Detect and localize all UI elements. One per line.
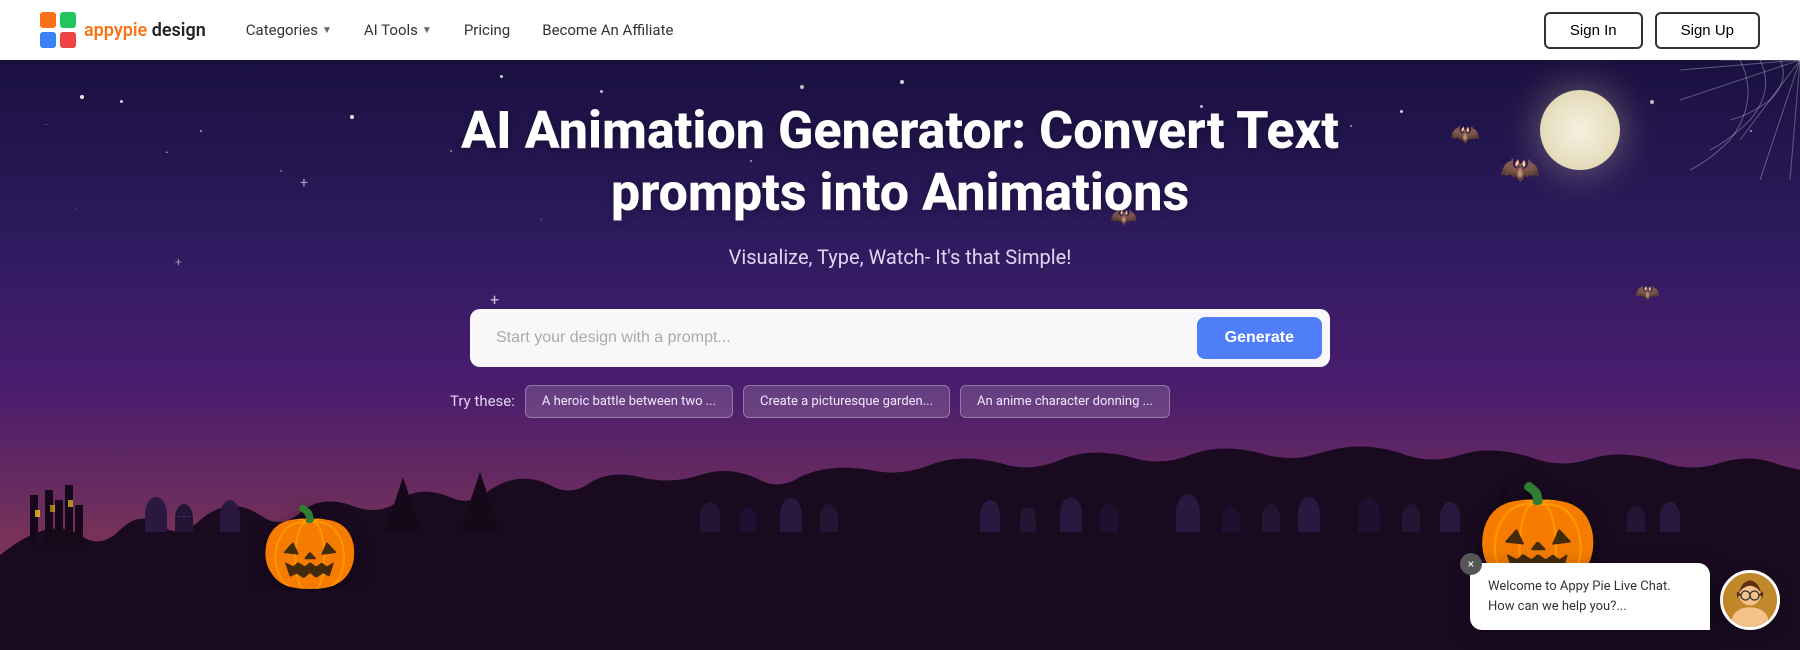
chat-message: Welcome to Appy Pie Live Chat. How can w… <box>1488 577 1692 616</box>
gravestone <box>780 498 802 532</box>
spiderweb-decoration <box>1680 60 1800 180</box>
chat-bubble: × Welcome to Appy Pie Live Chat. How can… <box>1470 563 1710 630</box>
nav-pricing[interactable]: Pricing <box>464 21 510 39</box>
generate-button[interactable]: Generate <box>1197 317 1322 359</box>
gravestone <box>1222 507 1240 532</box>
hero-title: AI Animation Generator: Convert Text pro… <box>450 100 1350 225</box>
tree <box>385 477 421 532</box>
logo-icon <box>40 12 76 48</box>
gravestone <box>1358 497 1380 532</box>
try-these-label: Try these: <box>450 392 515 410</box>
bat-decoration-1: 🦇 <box>1450 120 1480 148</box>
gravestone <box>220 500 240 532</box>
gravestone <box>1440 502 1460 532</box>
nav-categories[interactable]: Categories ▼ <box>246 21 332 39</box>
gravestone <box>1100 504 1118 532</box>
gravestone <box>175 504 193 532</box>
bat-decoration-3: 🦇 <box>1635 280 1660 304</box>
hero-section: + + + · · · · 🦇 🦇 🦇 🦇 AI Animation Gener… <box>0 60 1800 650</box>
try-chip-3[interactable]: An anime character donning ... <box>960 385 1170 418</box>
signin-button[interactable]: Sign In <box>1544 12 1643 49</box>
gravestone <box>1176 494 1200 532</box>
tree <box>460 472 500 532</box>
bat-decoration-2: 🦇 <box>1500 150 1540 188</box>
nav-actions: Sign In Sign Up <box>1544 12 1760 49</box>
chat-close-button[interactable]: × <box>1460 553 1482 575</box>
hero-subtitle: Visualize, Type, Watch- It's that Simple… <box>450 245 1350 269</box>
try-these-section: Try these: A heroic battle between two .… <box>450 385 1350 418</box>
gravestone <box>1262 504 1280 532</box>
chat-widget: × Welcome to Appy Pie Live Chat. How can… <box>1470 563 1780 630</box>
gravestone <box>980 500 1000 532</box>
nav-affiliate[interactable]: Become An Affiliate <box>542 21 673 39</box>
gravestone <box>1627 506 1645 532</box>
gravestone <box>1660 502 1680 532</box>
chevron-down-icon: ▼ <box>422 25 432 36</box>
try-chip-1[interactable]: A heroic battle between two ... <box>525 385 733 418</box>
gravestone <box>740 507 756 532</box>
hero-content: AI Animation Generator: Convert Text pro… <box>450 100 1350 418</box>
gravestone <box>145 497 167 532</box>
chat-avatar[interactable] <box>1720 570 1780 630</box>
gravestone <box>820 504 838 532</box>
nav-links: Categories ▼ AI Tools ▼ Pricing Become A… <box>246 21 1544 39</box>
nav-ai-tools[interactable]: AI Tools ▼ <box>364 21 432 39</box>
pumpkin-left: 🎃 <box>260 501 360 595</box>
gravestone <box>700 502 720 532</box>
gravestone <box>1402 504 1420 532</box>
logo[interactable]: appypie design <box>40 12 206 48</box>
try-chip-2[interactable]: Create a picturesque garden... <box>743 385 950 418</box>
avatar-icon <box>1723 570 1777 630</box>
signup-button[interactable]: Sign Up <box>1655 12 1760 49</box>
tree <box>420 492 448 532</box>
logo-text: appypie design <box>84 20 206 41</box>
search-container: Generate <box>470 309 1330 367</box>
navbar: appypie design Categories ▼ AI Tools ▼ P… <box>0 0 1800 60</box>
chevron-down-icon: ▼ <box>322 25 332 36</box>
gravestone <box>1298 497 1320 532</box>
gravestone <box>1020 507 1036 532</box>
gravestone <box>1060 497 1082 532</box>
moon-decoration <box>1540 90 1620 170</box>
